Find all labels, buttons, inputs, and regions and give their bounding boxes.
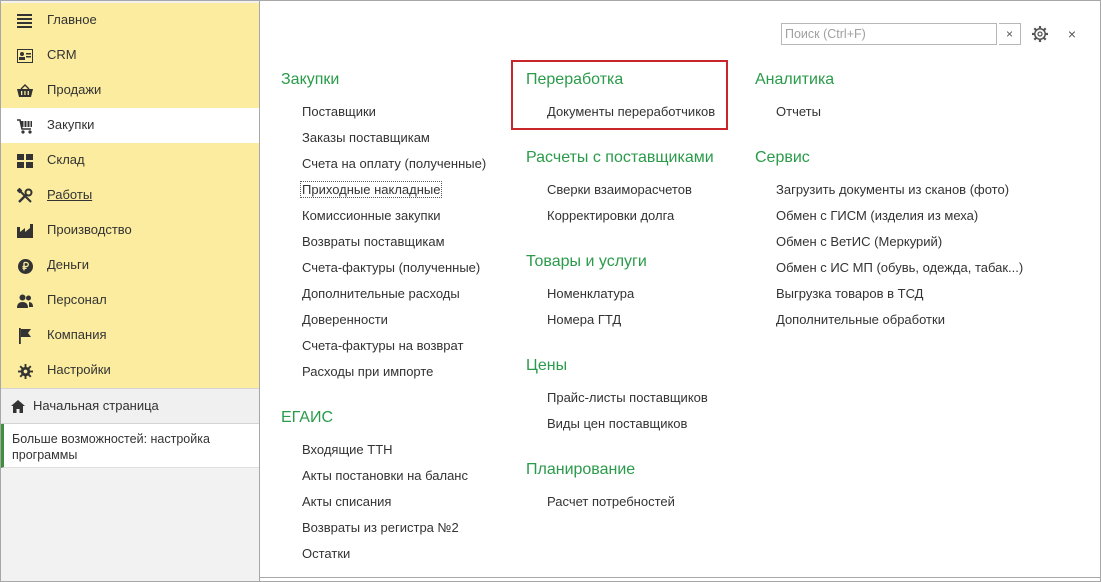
app-window: Главное CRM Продажи Закупки Склад Работы… bbox=[0, 0, 1101, 582]
sidebar-item-crm[interactable]: CRM bbox=[1, 38, 259, 73]
search-input[interactable] bbox=[782, 24, 978, 44]
link-needs-calculation[interactable]: Расчет потребностей bbox=[547, 494, 675, 509]
sidebar-item-warehouse[interactable]: Склад bbox=[1, 143, 259, 178]
sidebar-item-label: Настройки bbox=[47, 362, 111, 377]
sidebar-item-money[interactable]: Деньги bbox=[1, 248, 259, 283]
sidebar: Главное CRM Продажи Закупки Склад Работы… bbox=[1, 1, 260, 581]
link-return-invoices[interactable]: Счета-фактуры на возврат bbox=[302, 338, 463, 353]
link-supplier-orders[interactable]: Заказы поставщикам bbox=[302, 130, 430, 145]
link-register2-returns[interactable]: Возвраты из регистра №2 bbox=[302, 520, 459, 535]
sidebar-item-personnel[interactable]: Персонал bbox=[1, 283, 259, 318]
sidebar-item-company[interactable]: Компания bbox=[1, 318, 259, 353]
sidebar-item-label: Компания bbox=[47, 327, 107, 342]
close-icon: × bbox=[1067, 26, 1077, 42]
link-gtd-numbers[interactable]: Номера ГТД bbox=[547, 312, 621, 327]
link-receipt-invoices[interactable]: Приходные накладные bbox=[300, 181, 443, 198]
sidebar-item-sales[interactable]: Продажи bbox=[1, 73, 259, 108]
sidebar-item-label: Склад bbox=[47, 152, 85, 167]
section-title-purchases: Закупки bbox=[281, 71, 340, 88]
link-tsd-export[interactable]: Выгрузка товаров в ТСД bbox=[776, 286, 924, 301]
section-title-egais: ЕГАИС bbox=[281, 409, 333, 426]
link-additional-costs[interactable]: Дополнительные расходы bbox=[302, 286, 460, 301]
link-powers-of-attorney[interactable]: Доверенности bbox=[302, 312, 388, 327]
sidebar-item-works[interactable]: Работы bbox=[1, 178, 259, 213]
link-load-scans[interactable]: Загрузить документы из сканов (фото) bbox=[776, 182, 1009, 197]
link-import-costs[interactable]: Расходы при импорте bbox=[302, 364, 433, 379]
link-additional-processing[interactable]: Дополнительные обработки bbox=[776, 312, 945, 327]
home-page-label: Начальная страница bbox=[33, 398, 159, 413]
link-reports[interactable]: Отчеты bbox=[776, 104, 821, 119]
section-title-planning: Планирование bbox=[526, 461, 636, 478]
settings-gear-button[interactable] bbox=[1031, 25, 1049, 43]
section-title-processing: Переработка bbox=[526, 71, 624, 88]
close-window-button[interactable]: × bbox=[1064, 25, 1080, 43]
link-payment-invoices[interactable]: Счета на оплату (полученные) bbox=[302, 156, 486, 171]
link-suppliers[interactable]: Поставщики bbox=[302, 104, 376, 119]
sidebar-item-label: Персонал bbox=[47, 292, 107, 307]
link-gism-exchange[interactable]: Обмен с ГИСМ (изделия из меха) bbox=[776, 208, 978, 223]
link-supplier-returns[interactable]: Возвраты поставщикам bbox=[302, 234, 445, 249]
warehouse-grid-icon bbox=[17, 153, 33, 169]
sidebar-item-label: CRM bbox=[47, 47, 77, 62]
link-balance-acts[interactable]: Акты постановки на баланс bbox=[302, 468, 468, 483]
gear-icon bbox=[1032, 26, 1048, 42]
sidebar-item-settings[interactable]: Настройки bbox=[1, 353, 259, 388]
more-features-link[interactable]: Больше возможностей: настройка программы bbox=[1, 424, 259, 468]
section-title-analytics: Аналитика bbox=[755, 71, 835, 88]
flag-icon bbox=[17, 328, 33, 344]
link-supplier-pricelists[interactable]: Прайс-листы поставщиков bbox=[547, 390, 708, 405]
section-title-supplier-settlements: Расчеты с поставщиками bbox=[526, 149, 714, 166]
more-features-label: Больше возможностей: настройка программы bbox=[12, 432, 210, 462]
link-nomenclature[interactable]: Номенклатура bbox=[547, 286, 634, 301]
link-debt-adjustments[interactable]: Корректировки долга bbox=[547, 208, 674, 223]
sidebar-item-label: Закупки bbox=[47, 117, 95, 132]
sidebar-item-label: Работы bbox=[47, 187, 93, 202]
link-invoices-received[interactable]: Счета-фактуры (полученные) bbox=[302, 260, 480, 275]
section-title-goods-services: Товары и услуги bbox=[526, 253, 647, 270]
menu-icon bbox=[17, 13, 33, 29]
tools-icon bbox=[17, 188, 33, 204]
contact-card-icon bbox=[17, 48, 33, 64]
link-supplier-price-types[interactable]: Виды цен поставщиков bbox=[547, 416, 687, 431]
section-title-prices: Цены bbox=[526, 357, 568, 374]
search-clear-button[interactable]: × bbox=[999, 23, 1021, 45]
link-remains[interactable]: Остатки bbox=[302, 546, 350, 561]
main-panel: × × Закупки Поставщики Заказы поставщика… bbox=[260, 1, 1100, 578]
ruble-icon bbox=[17, 258, 33, 274]
link-ismp-exchange[interactable]: Обмен с ИС МП (обувь, одежда, табак...) bbox=[776, 260, 1023, 275]
section-title-service: Сервис bbox=[755, 149, 810, 166]
factory-icon bbox=[17, 223, 33, 239]
sidebar-item-purchases[interactable]: Закупки bbox=[1, 108, 259, 143]
home-icon bbox=[10, 398, 26, 414]
cart-icon bbox=[17, 118, 33, 134]
sidebar-item-label: Производство bbox=[47, 222, 132, 237]
link-incoming-ttn[interactable]: Входящие ТТН bbox=[302, 442, 393, 457]
search-box bbox=[781, 23, 997, 45]
link-vetis-exchange[interactable]: Обмен с ВетИС (Меркурий) bbox=[776, 234, 942, 249]
people-icon bbox=[17, 293, 33, 309]
link-commission-purchases[interactable]: Комиссионные закупки bbox=[302, 208, 441, 223]
gear-icon bbox=[17, 363, 33, 379]
sidebar-item-label: Главное bbox=[47, 12, 97, 27]
close-icon: × bbox=[1005, 27, 1013, 41]
home-page-link[interactable]: Начальная страница bbox=[1, 388, 259, 424]
basket-icon bbox=[17, 83, 33, 99]
sidebar-item-production[interactable]: Производство bbox=[1, 213, 259, 248]
sidebar-item-main[interactable]: Главное bbox=[1, 3, 259, 38]
sidebar-item-label: Продажи bbox=[47, 82, 102, 97]
link-reconciliations[interactable]: Сверки взаиморасчетов bbox=[547, 182, 692, 197]
sidebar-item-label: Деньги bbox=[47, 257, 89, 272]
link-writeoff-acts[interactable]: Акты списания bbox=[302, 494, 391, 509]
link-processor-documents[interactable]: Документы переработчиков bbox=[547, 104, 715, 119]
